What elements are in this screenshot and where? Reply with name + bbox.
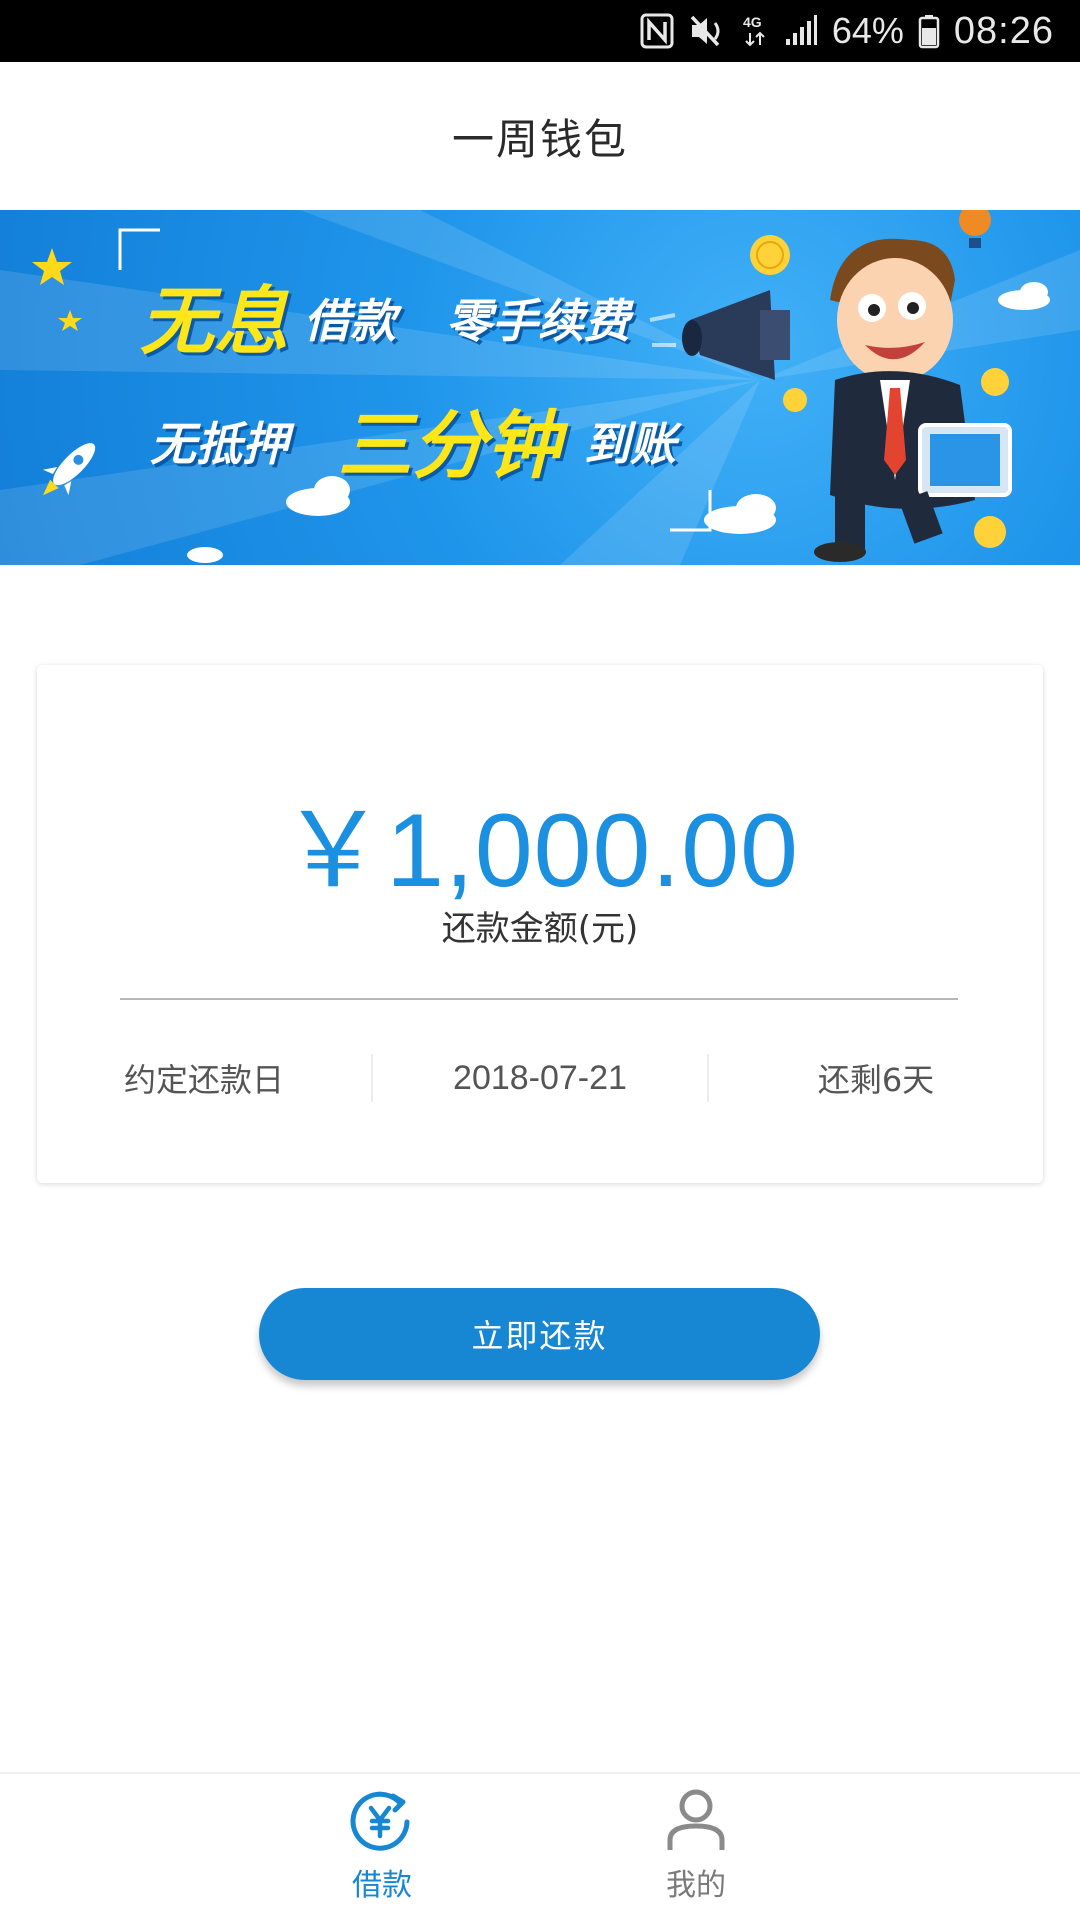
network-4g-icon: 4G bbox=[742, 13, 770, 49]
user-profile-icon bbox=[661, 1788, 731, 1856]
nav-label-borrow: 借款 bbox=[352, 1868, 412, 1903]
battery-icon bbox=[918, 13, 940, 49]
coin-icon bbox=[783, 388, 807, 412]
banner-text-1b: 零手续费 bbox=[446, 294, 630, 348]
repayment-card: ￥1,000.00 还款金额(元) 约定还款日 2018-07-21 还剩6天 bbox=[37, 665, 1043, 1183]
app-screen: 4G 64% 08:26 一周钱包 无息 借款 零手续费 无抵押 三分钟 到账 … bbox=[0, 0, 1080, 1920]
status-bar: 4G 64% 08:26 bbox=[0, 0, 1080, 62]
yuan-exchange-icon bbox=[347, 1788, 417, 1856]
nfc-icon bbox=[640, 13, 674, 49]
banner-text-2b: 到账 bbox=[584, 417, 676, 471]
due-info-row: 约定还款日 2018-07-21 还剩6天 bbox=[37, 1048, 1043, 1108]
nav-label-mine: 我的 bbox=[666, 1868, 726, 1903]
due-date-label: 约定还款日 bbox=[123, 1061, 284, 1099]
promo-banner[interactable]: 无息 借款 零手续费 无抵押 三分钟 到账 bbox=[0, 210, 1080, 565]
network-type-text: 4G bbox=[743, 14, 762, 30]
signal-icon bbox=[784, 13, 818, 49]
banner-text-1a: 借款 bbox=[304, 294, 396, 348]
card-divider bbox=[120, 998, 958, 1000]
repayment-amount: ￥1,000.00 bbox=[281, 793, 799, 909]
days-remaining: 还剩6天 bbox=[817, 1061, 935, 1099]
cloud-icon bbox=[187, 547, 223, 563]
balloon-icon bbox=[959, 210, 991, 248]
repay-now-button[interactable]: 立即还款 bbox=[259, 1288, 820, 1380]
banner-text-highlight-1: 无息 bbox=[140, 279, 288, 365]
coin-icon bbox=[981, 368, 1009, 396]
banner-text-2a: 无抵押 bbox=[150, 417, 288, 471]
page-title: 一周钱包 bbox=[451, 114, 628, 164]
mascot-character bbox=[814, 238, 1012, 562]
cloud-icon bbox=[704, 494, 776, 534]
banner-text-highlight-2: 三分钟 bbox=[338, 403, 560, 489]
mute-icon bbox=[688, 13, 728, 49]
coin-icon bbox=[974, 516, 1006, 548]
status-time: 08:26 bbox=[953, 9, 1054, 52]
nav-item-mine[interactable]: 我的 bbox=[616, 1788, 776, 1914]
megaphone-icon bbox=[649, 290, 790, 380]
due-date-value: 2018-07-21 bbox=[453, 1058, 627, 1097]
battery-percent: 64% bbox=[831, 10, 904, 51]
app-header: 一周钱包 bbox=[0, 62, 1080, 210]
nav-item-borrow[interactable]: 借款 bbox=[302, 1788, 462, 1914]
bottom-nav: 借款 我的 bbox=[0, 1772, 1080, 1920]
repayment-amount-label: 还款金额(元) bbox=[441, 909, 639, 949]
coin-icon bbox=[750, 235, 790, 275]
